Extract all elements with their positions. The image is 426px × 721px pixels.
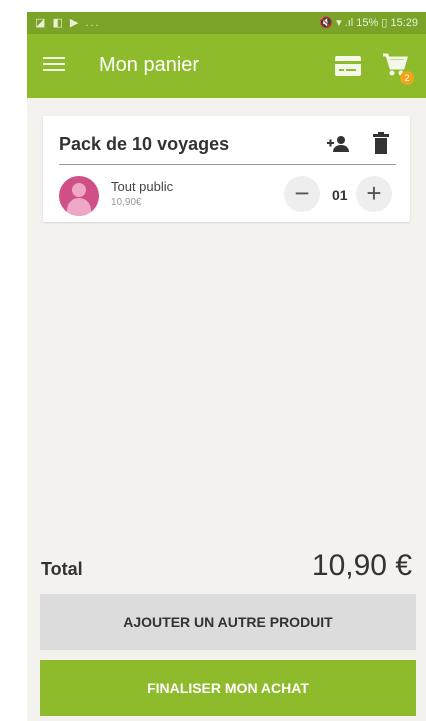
app-bar: Mon panier 2 [27,34,426,98]
status-bar: ◪ ◧ ▶ ... 🔇 ▾ .ıl 15% ▯ 15:29 [27,12,426,34]
cart-icon[interactable]: 2 [380,51,414,85]
menu-icon[interactable] [43,54,65,76]
product-card: Pack de 10 voyages Tout public 10,90€ − … [43,116,410,222]
card-icon[interactable] [334,53,362,79]
add-person-icon[interactable] [327,134,351,154]
add-product-button[interactable]: AJOUTER UN AUTRE PRODUIT [40,594,416,650]
status-system-info: 🔇 ▾ .ıl 15% ▯ 15:29 [319,17,418,29]
finalize-purchase-button[interactable]: FINALISER MON ACHAT [40,660,416,716]
trash-icon[interactable] [373,132,389,154]
total-label: Total [41,559,83,579]
status-notification-icons: ◪ ◧ ▶ ... [35,17,101,29]
quantity-value: 01 [332,187,348,203]
total-value: 10,90 € [311,549,412,582]
minus-icon[interactable]: − [284,176,320,212]
fare-price: 10,90€ [111,197,142,208]
screen: ◪ ◧ ▶ ... 🔇 ▾ .ıl 15% ▯ 15:29 Mon panier… [27,12,426,721]
cart-badge: 2 [400,71,414,85]
product-title: Pack de 10 voyages [59,134,230,154]
divider [59,164,396,165]
person-avatar-icon [59,176,99,216]
page-title: Mon panier [99,54,200,76]
fare-name: Tout public [111,179,174,194]
plus-icon[interactable]: + [356,176,392,212]
